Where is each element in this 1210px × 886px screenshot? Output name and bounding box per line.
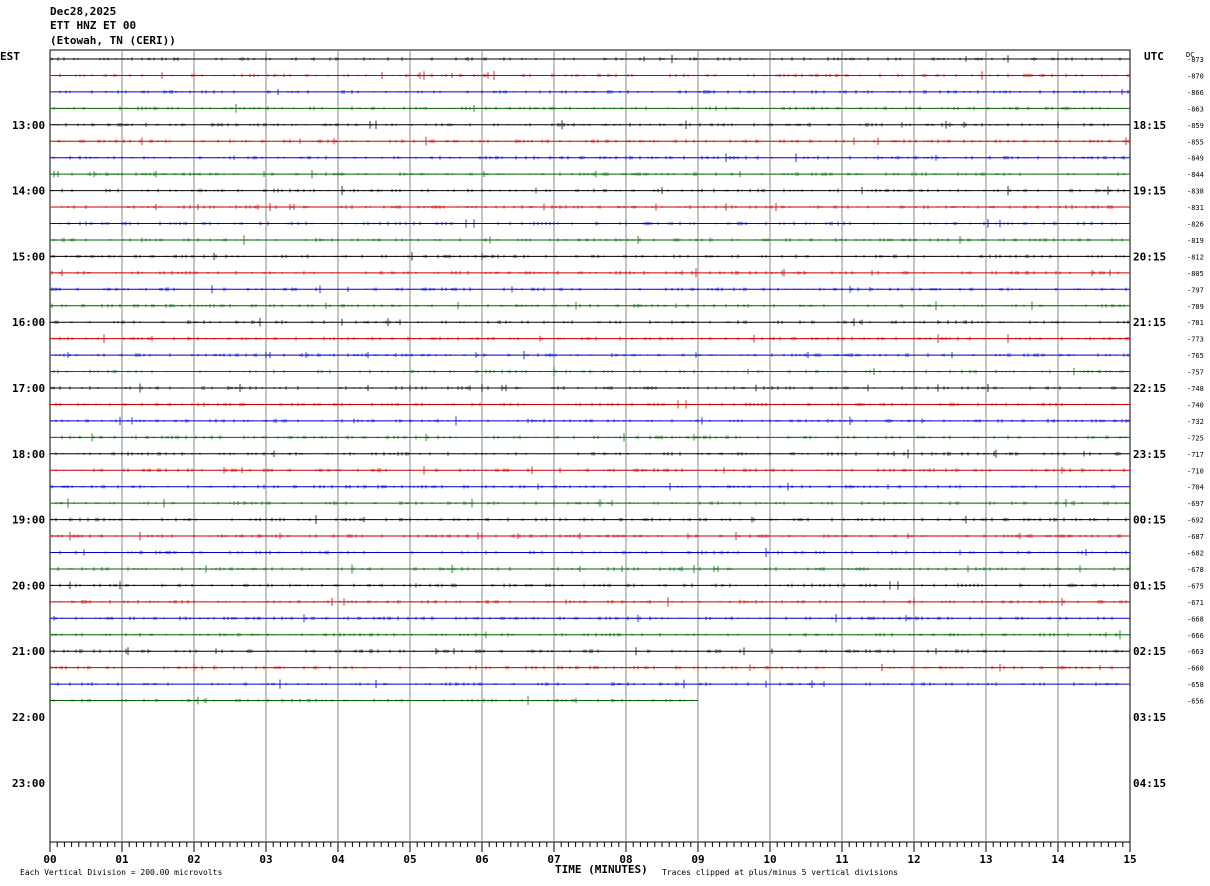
right-hour-label: 19:15	[1133, 185, 1166, 198]
dc-offset-label: -668	[1187, 615, 1204, 623]
right-hour-label: 00:15	[1133, 514, 1166, 527]
footer-right-note: Traces clipped at plus/minus 5 vertical …	[662, 868, 898, 877]
dc-offset-label: -757	[1187, 369, 1204, 377]
dc-offset-label: -849	[1187, 155, 1204, 163]
dc-offset-label: -692	[1187, 517, 1204, 525]
left-hour-label: 14:00	[12, 185, 45, 198]
left-hour-label: 19:00	[12, 514, 45, 527]
dc-offset-label: -859	[1187, 122, 1204, 130]
left-hour-label: 17:00	[12, 382, 45, 395]
footer-left-note: Each Vertical Division = 200.00 microvol…	[20, 868, 222, 877]
left-hour-label: 21:00	[12, 645, 45, 658]
x-tick-label: 03	[259, 853, 272, 866]
left-zone-label: EST	[0, 50, 20, 63]
left-hour-label: 15:00	[12, 250, 45, 263]
x-tick-label: 02	[187, 853, 200, 866]
x-axis-title: TIME (MINUTES)	[555, 863, 648, 876]
dc-offset-label: -812	[1187, 253, 1204, 261]
right-hour-label: 02:15	[1133, 645, 1166, 658]
left-hour-label: 13:00	[12, 119, 45, 132]
dc-offset-label: -666	[1187, 632, 1204, 640]
x-tick-label: 01	[115, 853, 129, 866]
left-hour-label: 22:00	[12, 711, 45, 724]
dc-offset-label: -863	[1187, 105, 1204, 113]
x-tick-label: 00	[43, 853, 56, 866]
dc-offset-label: -710	[1187, 467, 1204, 475]
right-hour-label: 18:15	[1133, 119, 1166, 132]
dc-offset-label: -838	[1187, 188, 1204, 196]
left-hour-label: 20:00	[12, 579, 45, 592]
dc-offset-label: -797	[1187, 286, 1204, 294]
dc-offset-label: -740	[1187, 401, 1204, 409]
left-hour-label: 23:00	[12, 777, 45, 790]
dc-offset-label: -687	[1187, 533, 1204, 541]
right-hour-label: 22:15	[1133, 382, 1166, 395]
dc-offset-label: -725	[1187, 434, 1204, 442]
dc-offset-label: -819	[1187, 237, 1204, 245]
x-tick-label: 14	[1051, 853, 1065, 866]
dc-offset-label: -697	[1187, 500, 1204, 508]
right-hour-label: 23:15	[1133, 448, 1166, 461]
right-hour-label: 20:15	[1133, 250, 1166, 263]
x-tick-label: 12	[907, 853, 920, 866]
dc-offset-label: -844	[1187, 171, 1204, 179]
dc-offset-label: -831	[1187, 204, 1204, 212]
time-grid	[49, 49, 1131, 852]
dc-offset-label: -663	[1187, 648, 1204, 656]
dc-offset-label: -789	[1187, 303, 1204, 311]
dc-offset-label: -870	[1187, 72, 1204, 80]
x-tick-label: 09	[691, 853, 704, 866]
dc-offset-label: -773	[1187, 336, 1204, 344]
dc-offset-label: -765	[1187, 352, 1204, 360]
dc-offset-label: -658	[1187, 681, 1204, 689]
x-tick-label: 06	[475, 853, 489, 866]
left-hour-label: 18:00	[12, 448, 45, 461]
dc-label: DC	[1186, 51, 1194, 59]
dc-offset-label: -781	[1187, 319, 1204, 327]
dc-offset-label: -855	[1187, 138, 1204, 146]
dc-offset-label: -671	[1187, 599, 1204, 607]
trace-group	[49, 54, 1130, 705]
dc-offset-label: -656	[1187, 698, 1204, 706]
dc-offset-label: -866	[1187, 89, 1204, 97]
dc-offset-label: -660	[1187, 665, 1204, 673]
dc-offset-label: -826	[1187, 221, 1204, 229]
dc-offset-label: -704	[1187, 484, 1204, 492]
right-zone-label: UTC	[1144, 50, 1164, 63]
dc-offset-label: -732	[1187, 418, 1204, 426]
right-hour-label: 01:15	[1133, 579, 1166, 592]
label-group: 00 01 02 03 04 05 06 07 08 09 10 11 12 13 14 15-873-870…	[12, 56, 1204, 866]
plot-frame	[49, 49, 1131, 843]
right-hour-label: 21:15	[1133, 316, 1166, 329]
x-tick-label: 05	[403, 853, 416, 866]
seismogram-chart: 00 01 02 03 04 05 06 07 08 09 10 11 12 13 14 15-873-870…	[0, 49, 1204, 877]
left-hour-label: 16:00	[12, 316, 45, 329]
x-tick-label: 13	[979, 853, 992, 866]
x-tick-label: 10	[763, 853, 776, 866]
x-tick-label: 11	[835, 853, 849, 866]
right-hour-label: 03:15	[1133, 711, 1166, 724]
right-hour-label: 04:15	[1133, 777, 1166, 790]
dc-offset-label: -675	[1187, 582, 1204, 590]
x-tick-label: 04	[331, 853, 345, 866]
dc-offset-label: -748	[1187, 385, 1204, 393]
x-tick-label: 15	[1123, 853, 1136, 866]
dc-offset-label: -682	[1187, 550, 1204, 558]
dc-offset-label: -678	[1187, 566, 1204, 574]
dc-offset-label: -805	[1187, 270, 1204, 278]
dc-offset-label: -717	[1187, 451, 1204, 459]
